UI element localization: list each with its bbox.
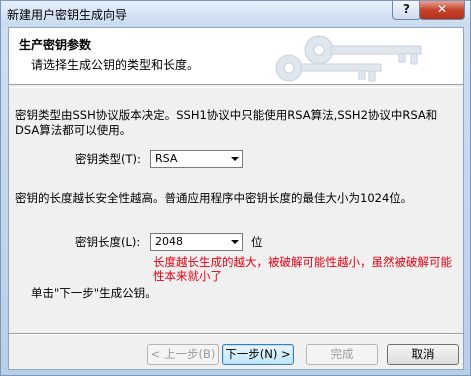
chevron-down-icon [231, 157, 239, 161]
annotation-line2: 性本来就小了 [153, 269, 222, 283]
key-length-select[interactable]: 2048 [150, 233, 243, 251]
key-length-value: 2048 [155, 235, 183, 248]
wizard-page: 生产密钥参数 请选择生成公钥的类型和长度。 密钥类型由SSH协议版本决定。SSH… [8, 27, 464, 370]
title-bar[interactable]: 新建用户密钥生成向导 ? ✕ [1, 1, 470, 27]
chevron-down-icon [231, 240, 239, 244]
header-title: 生产密钥参数 [19, 38, 92, 52]
key-type-select[interactable]: RSA [150, 150, 243, 168]
key-length-description: 密钥的长度越长安全性越高。普通应用程序中密钥长度的最佳大小为1024位。 [15, 191, 413, 205]
wizard-window: 新建用户密钥生成向导 ? ✕ 生产密钥参数 请选择生成公钥的类型和长度。 密钥类… [0, 0, 471, 376]
annotation-line1: 长度越长生成的越大，被破解可能性越小，虽然被破解可能 [153, 255, 452, 269]
keys-illustration [275, 35, 422, 82]
header-subtitle: 请选择生成公钥的类型和长度。 [31, 58, 200, 72]
header-divider [9, 87, 463, 88]
cancel-button[interactable]: 取消 [387, 344, 459, 365]
finish-button[interactable]: 完成 [306, 344, 378, 365]
instruction-text: 单击"下一步"生成公钥。 [31, 286, 157, 300]
wizard-header: 生产密钥参数 请选择生成公钥的类型和长度。 [9, 28, 463, 85]
key-type-description-line2: DSA算法都可以使用。 [15, 123, 132, 137]
key-length-unit: 位 [251, 235, 263, 249]
window-title: 新建用户密钥生成向导 [7, 8, 128, 22]
key-length-label: 密钥长度(L): [75, 235, 141, 249]
next-button[interactable]: 下一步(N) > [222, 344, 294, 365]
button-divider [9, 333, 463, 335]
close-button[interactable]: ✕ [419, 1, 465, 20]
key-type-label: 密钥类型(T): [75, 152, 141, 166]
help-button[interactable]: ? [392, 1, 421, 20]
back-button[interactable]: < 上一步(B) [147, 344, 219, 365]
key-type-value: RSA [155, 152, 178, 165]
key-type-description-line1: 密钥类型由SSH协议版本决定。SSH1协议中只能使用RSA算法,SSH2协议中R… [15, 108, 438, 122]
